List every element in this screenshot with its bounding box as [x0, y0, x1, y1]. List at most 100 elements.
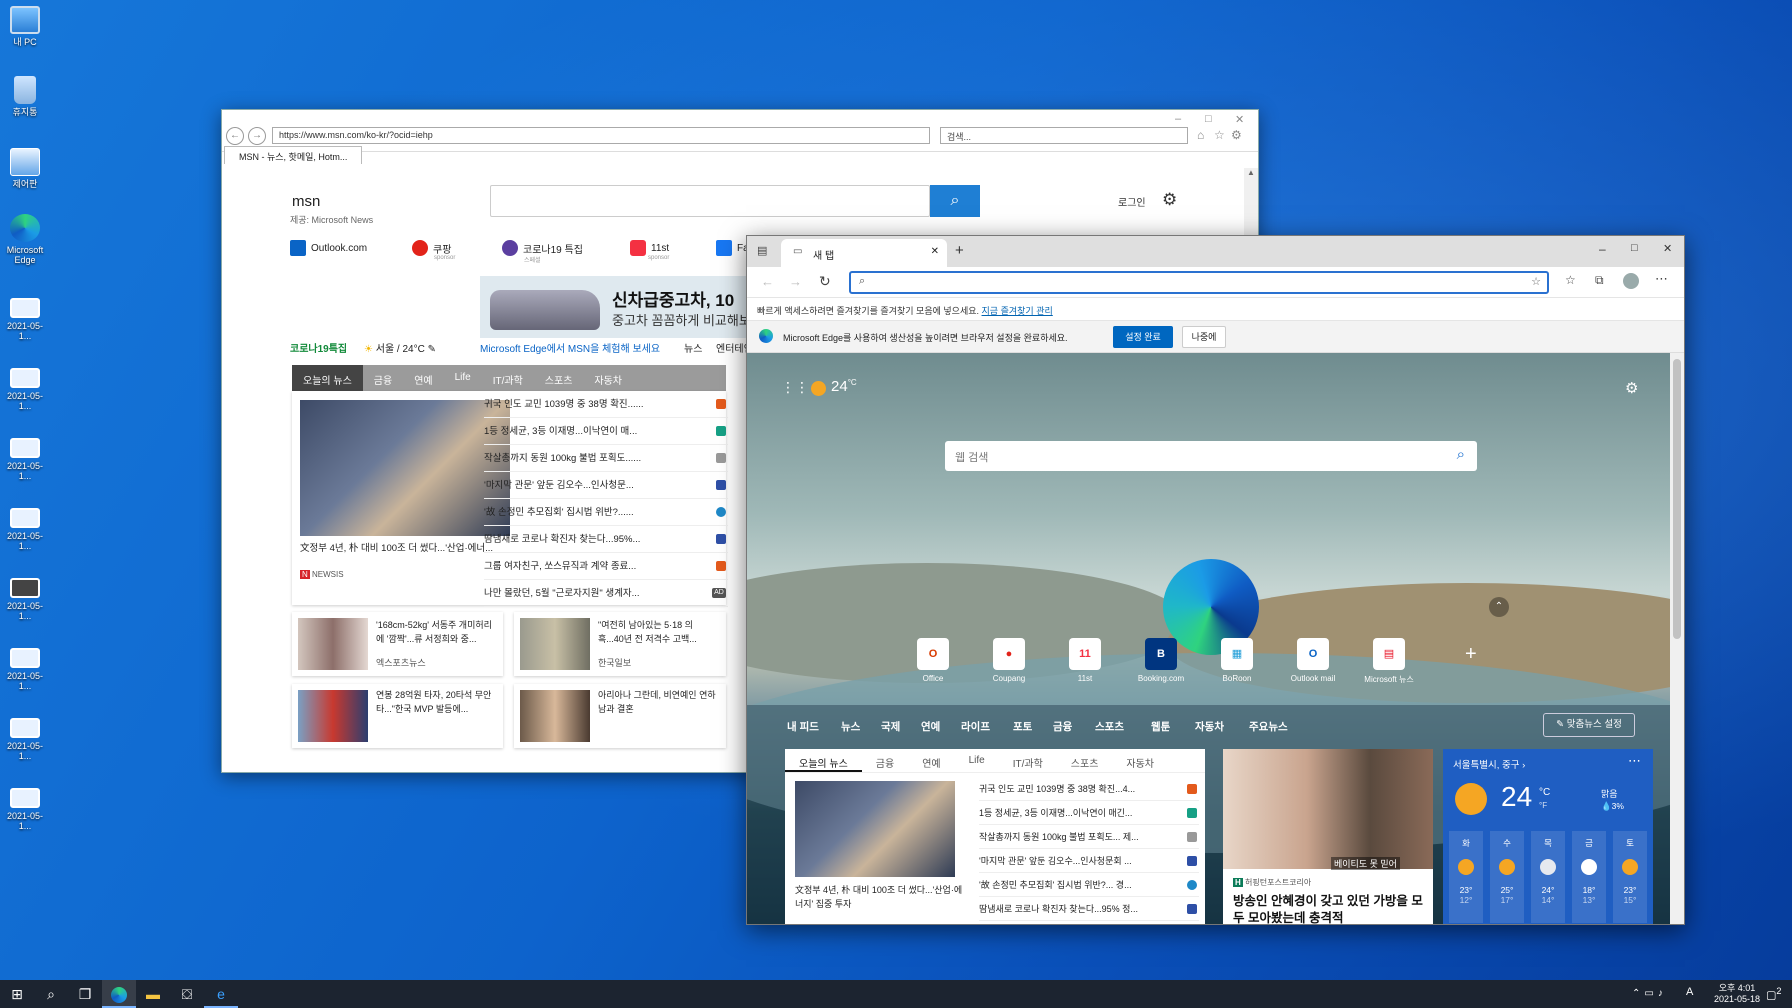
quicklink-outlook[interactable]: Outlook.com [290, 240, 367, 256]
network-icon[interactable]: ▭ [1644, 988, 1657, 999]
headline-title[interactable]: 文정부 4년, 朴 대비 100조 더 썼다...'산업·에너... [300, 542, 510, 556]
nav-news[interactable]: 뉴스 [684, 340, 702, 355]
list-item[interactable]: '故 손정민 추모집회' 집시법 위반?... 경... [979, 873, 1199, 897]
weather-location[interactable]: 서울특별시, 중구 › [1453, 757, 1525, 771]
quicklink-11st[interactable]: 11 11st [1055, 638, 1115, 683]
list-item[interactable]: '마지막 관문' 앞둔 김오수...인사청문... [484, 472, 728, 499]
tab-it-science[interactable]: IT/과학 [482, 365, 534, 391]
volume-icon[interactable]: ♪ [1658, 988, 1667, 999]
desktop-icon-control-panel[interactable]: 제어판 [2, 148, 48, 189]
web-search-input[interactable]: 웹 검색 ⌕ [945, 441, 1477, 471]
quicklink-boroon[interactable]: ▦ BoRoon [1207, 638, 1267, 683]
forward-icon[interactable]: → [248, 127, 266, 145]
collapse-chevron-icon[interactable]: ⌃ [1489, 597, 1509, 617]
list-item[interactable]: 나만 몰랐던, 5월 "근로자지원" 생계자... AD [484, 580, 728, 607]
tab-sports[interactable]: 스포츠 [1057, 749, 1113, 772]
maximize-icon[interactable]: □ [1205, 113, 1212, 125]
unit-celsius[interactable]: °C [1539, 787, 1550, 798]
quicklink-booking[interactable]: B Booking.com [1131, 638, 1191, 683]
desktop-icon-screenshot[interactable]: 2021-05-1... [2, 718, 48, 761]
covid-special-link[interactable]: 코로나19특집 [290, 340, 347, 355]
feed-tab-headlines[interactable]: 주요뉴스 [1249, 719, 1288, 734]
quicklink-msn-news[interactable]: ▤ Microsoft 뉴스 [1359, 638, 1419, 685]
list-item[interactable]: '故 손정민 추모집회' 집시법 위반?...... [484, 499, 728, 526]
add-favorite-icon[interactable]: ☆ [1531, 275, 1541, 288]
feed-tab-entertainment[interactable]: 연예 [921, 719, 940, 734]
msn-search-button[interactable]: ⌕ [930, 185, 980, 217]
later-button[interactable]: 나중에 [1182, 326, 1226, 348]
list-item[interactable]: 땀냄새로 코로나 확진자 찾는다...95%... [484, 526, 728, 553]
start-button[interactable]: ⊞ [0, 980, 34, 1008]
tab-entertainment[interactable]: 연예 [908, 749, 954, 772]
desktop-icon-screenshot[interactable]: 2021-05-1... [2, 368, 48, 411]
scroll-thumb[interactable] [1673, 359, 1681, 639]
close-tab-icon[interactable]: ✕ [931, 246, 939, 257]
minimize-icon[interactable]: – [1175, 113, 1181, 125]
feed-tab-webtoon[interactable]: 웹툰 [1151, 719, 1170, 734]
store-icon[interactable]: ⛋ [170, 980, 204, 1008]
tab-today-news[interactable]: 오늘의 뉴스 [785, 749, 862, 772]
desktop-icon-recycle-bin[interactable]: 휴지통 [2, 76, 48, 117]
desktop-icon-edge[interactable]: Microsoft Edge [2, 214, 48, 265]
new-tab-plus-icon[interactable]: + [955, 242, 964, 259]
edit-icon[interactable]: ✎ [428, 344, 436, 355]
tab-finance[interactable]: 금융 [363, 365, 403, 391]
list-item[interactable]: 땀냄새로 코로나 확진자 찾는다...95% 정... [979, 897, 1199, 921]
headline-photo[interactable] [300, 400, 510, 536]
feed-tab-news[interactable]: 뉴스 [841, 719, 860, 734]
edge-scrollbar[interactable] [1670, 353, 1684, 924]
feed-tab-life[interactable]: 라이프 [961, 719, 990, 734]
forecast-day[interactable]: 토 23° 15° [1613, 831, 1647, 923]
tray-icons[interactable]: ⌃▭♪ [1632, 988, 1667, 999]
minimize-icon[interactable]: – [1599, 242, 1606, 256]
refresh-icon[interactable]: ↻ [819, 273, 831, 290]
ime-indicator[interactable]: A [1686, 986, 1693, 998]
search-icon[interactable]: ⌕ [1457, 446, 1465, 463]
task-view-icon[interactable]: ❐ [68, 980, 102, 1008]
tools-gear-icon[interactable]: ⚙ [1231, 128, 1242, 142]
tab-actions-icon[interactable]: ▤ [757, 244, 767, 257]
list-item[interactable]: 작살총까지 동원 100kg 불법 포획도... 제... [979, 825, 1199, 849]
close-icon[interactable]: ✕ [1235, 113, 1244, 126]
feed-tab-finance[interactable]: 금융 [1053, 719, 1072, 734]
apps-grid-icon[interactable]: ⋮⋮ [781, 379, 809, 396]
quicklink-coupang[interactable]: ● Coupang [979, 638, 1039, 683]
quicklink-facebook[interactable]: Fa [716, 240, 749, 256]
desktop-icon-screenshot[interactable]: 2021-05-1... [2, 788, 48, 831]
search-icon[interactable]: ⌕ [34, 980, 68, 1008]
chevron-up-icon[interactable]: ⌃ [1632, 988, 1644, 999]
tab-auto[interactable]: 자동차 [583, 365, 633, 391]
forward-icon[interactable]: → [789, 274, 802, 289]
list-item[interactable]: 귀국 인도 교민 1039명 중 38명 확진...4... [979, 777, 1199, 801]
desktop-icon-screenshot[interactable]: 2021-05-1... [2, 298, 48, 341]
ie-icon[interactable]: e [204, 980, 238, 1008]
complete-setup-button[interactable]: 설정 완료 [1113, 326, 1173, 348]
forecast-day[interactable]: 목 24° 14° [1531, 831, 1565, 923]
file-explorer-icon[interactable]: ▬ [136, 980, 170, 1008]
maximize-icon[interactable]: □ [1631, 242, 1638, 254]
feed-tab-photo[interactable]: 포토 [1013, 719, 1032, 734]
list-item[interactable]: 그룹 여자친구, 쏘스뮤직과 계약 종료... [484, 553, 728, 580]
list-item[interactable]: '마지막 관문' 앞둔 김오수...인사청문회 ... [979, 849, 1199, 873]
feed-tab-myfeed[interactable]: 내 피드 [787, 719, 819, 734]
tab-today-news[interactable]: 오늘의 뉴스 [292, 365, 363, 391]
msn-logo[interactable]: msn [292, 193, 320, 210]
ie-tab-msn[interactable]: MSN - 뉴스, 핫메일, Hotm... [224, 146, 362, 164]
favorites-star-icon[interactable]: ☆ [1214, 128, 1225, 142]
more-icon[interactable]: ⋯ [1628, 753, 1641, 769]
tab-it-science[interactable]: IT/과학 [999, 749, 1057, 772]
tab-finance[interactable]: 금융 [862, 749, 908, 772]
favorites-icon[interactable]: ☆ [1565, 273, 1576, 287]
ie-address-bar[interactable]: https://www.msn.com/ko-kr/?ocid=iehp [272, 127, 930, 144]
headline-title[interactable]: 文정부 4년, 朴 대비 100조 더 썼다...'산업·에너지' 집중 투자 [795, 883, 965, 913]
list-item[interactable]: 1등 정세균, 3등 이재명...이낙연이 매긴... [979, 801, 1199, 825]
desktop-icon-screenshot[interactable]: 2021-05-1... [2, 578, 48, 621]
scroll-up-icon[interactable]: ▲ [1244, 168, 1258, 177]
msn-login-link[interactable]: 로그인 [1118, 194, 1146, 209]
desktop-icon-screenshot[interactable]: 2021-05-1... [2, 648, 48, 691]
quicklink-covid[interactable]: 코로나19 특집 [502, 240, 583, 256]
desktop-icon-screenshot[interactable]: 2021-05-1... [2, 508, 48, 551]
feature-story-card[interactable]: 베이티도 못 믿어 H 허핑턴포스트코리아 방송인 안혜경이 갖고 있던 가방을… [1223, 749, 1433, 924]
list-item[interactable]: 1등 정세균, 3등 이재명...이낙연이 매... [484, 418, 728, 445]
weather-temp[interactable]: 24°C [831, 378, 857, 395]
